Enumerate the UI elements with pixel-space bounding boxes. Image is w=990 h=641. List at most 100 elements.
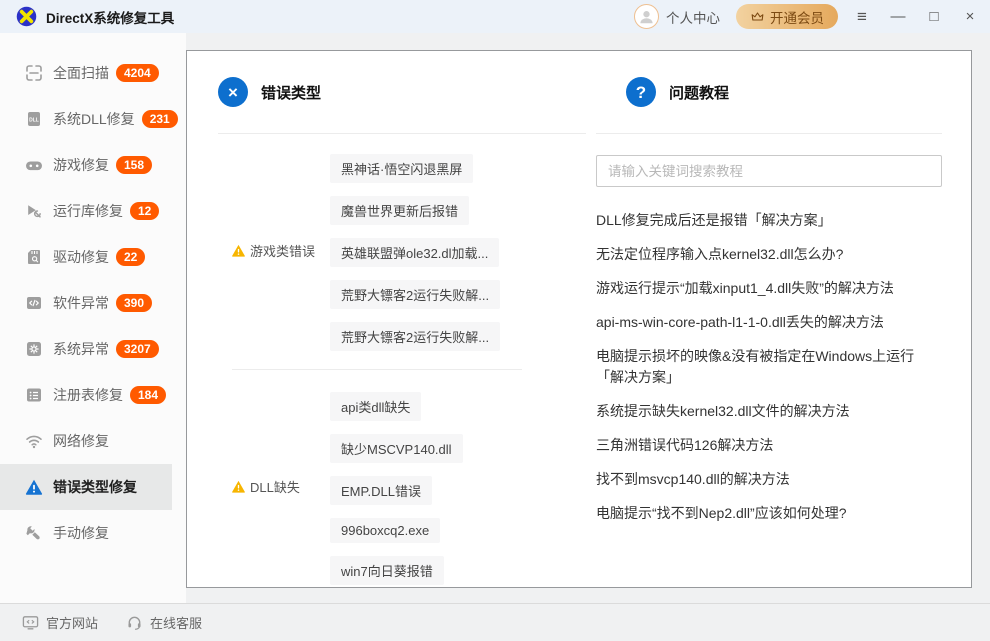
- tutorial-link[interactable]: 系统提示缺失kernel32.dll文件的解决方法: [596, 401, 942, 422]
- tutorial-search-input[interactable]: [596, 155, 942, 187]
- svg-text:DLL: DLL: [29, 117, 39, 123]
- system-icon: [25, 340, 43, 358]
- error-section: 游戏类错误 黑神话·悟空闪退黑屏魔兽世界更新后报错英雄联盟弹ole32.dl加载…: [218, 134, 586, 367]
- count-badge: 4204: [116, 64, 159, 82]
- sidebar-item-label: 网络修复: [53, 431, 109, 451]
- close-button[interactable]: ×: [962, 9, 978, 24]
- sidebar-item-label: 系统异常: [53, 339, 109, 359]
- error-section-label-col: 游戏类错误: [218, 134, 330, 367]
- error-item-button[interactable]: 缺少MSCVP140.dll: [330, 434, 463, 463]
- sidebar-item-registry[interactable]: 注册表修复 184: [0, 372, 172, 418]
- count-badge: 3207: [116, 340, 159, 358]
- online-service-link[interactable]: 在线客服: [126, 613, 202, 632]
- sidebar-item-label: 手动修复: [53, 523, 109, 543]
- sidebar-item-runtime[interactable]: 运行库修复 12: [0, 188, 172, 234]
- sidebar-item-software[interactable]: 软件异常 390: [0, 280, 172, 326]
- sidebar-item-error-type[interactable]: 错误类型修复: [0, 464, 172, 510]
- count-badge: 184: [130, 386, 166, 404]
- sidebar: 全面扫描 4204 DLL 系统DLL修复 231 游戏修复 158 运行库修复…: [0, 33, 186, 603]
- tutorial-link[interactable]: api-ms-win-core-path-l1-1-0.dll丢失的解决方法: [596, 312, 942, 333]
- error-section-items: 黑神话·悟空闪退黑屏魔兽世界更新后报错英雄联盟弹ole32.dl加载... 荒野大…: [330, 134, 586, 367]
- tutorials-column: ? 问题教程 DLL修复完成后还是报错「解决方案」无法定位程序输入点kernel…: [596, 51, 942, 537]
- footer-bar: 官方网站 在线客服: [0, 603, 990, 641]
- sidebar-item-label: 注册表修复: [53, 385, 123, 405]
- software-icon: [25, 294, 43, 312]
- sidebar-item-manual[interactable]: 手动修复: [0, 510, 172, 556]
- app-window: DirectX系统修复工具 个人中心 开通会员 ≡ — □ × 全面扫描 420…: [0, 0, 990, 641]
- manual-icon: [25, 524, 43, 542]
- dll-icon: DLL: [25, 110, 43, 128]
- minimize-button[interactable]: —: [890, 9, 906, 24]
- error-item-button[interactable]: 996boxcq2.exe: [330, 518, 440, 543]
- open-vip-button[interactable]: 开通会员: [736, 4, 838, 29]
- tutorial-link[interactable]: DLL修复完成后还是报错「解决方案」: [596, 210, 942, 231]
- avatar[interactable]: [634, 4, 659, 29]
- tutorial-link[interactable]: 无法定位程序输入点kernel32.dll怎么办?: [596, 244, 942, 265]
- service-icon: [126, 614, 143, 631]
- sidebar-item-scan[interactable]: 全面扫描 4204: [0, 50, 172, 96]
- count-badge: 12: [130, 202, 159, 220]
- sidebar-item-label: 全面扫描: [53, 63, 109, 83]
- error-types-column: × 错误类型 游戏类错误 黑神话·悟空闪退黑屏魔兽世界更新后报错英雄联盟弹ole…: [218, 51, 586, 588]
- maximize-button[interactable]: □: [926, 9, 942, 24]
- sidebar-item-label: 软件异常: [53, 293, 109, 313]
- tutorial-link[interactable]: 找不到msvcp140.dll的解决方法: [596, 469, 942, 490]
- error-types-title: 错误类型: [261, 82, 321, 103]
- sidebar-item-label: 运行库修复: [53, 201, 123, 221]
- section-divider: [232, 369, 522, 370]
- titlebar: DirectX系统修复工具 个人中心 开通会员 ≡ — □ ×: [0, 0, 990, 33]
- error-item-button[interactable]: 荒野大镖客2运行失败解...: [330, 322, 500, 351]
- official-website-link[interactable]: 官方网站: [22, 613, 98, 632]
- tutorial-link[interactable]: 电脑提示损坏的映像&没有被指定在Windows上运行「解决方案」: [596, 346, 942, 388]
- app-title: DirectX系统修复工具: [46, 7, 174, 27]
- error-item-button[interactable]: api类dll缺失: [330, 392, 421, 421]
- scan-icon: [25, 64, 43, 82]
- crown-icon: [750, 9, 765, 24]
- tutorial-link[interactable]: 电脑提示“找不到Nep2.dll”应该如何处理?: [596, 503, 942, 524]
- sidebar-item-system[interactable]: 系统异常 3207: [0, 326, 172, 372]
- error-section-label: 游戏类错误: [250, 241, 315, 260]
- gamepad-icon: [25, 156, 43, 174]
- count-badge: 158: [116, 156, 152, 174]
- error-section-label-col: DLL缺失: [218, 372, 330, 588]
- open-vip-label: 开通会员: [770, 7, 824, 27]
- sidebar-item-gamepad[interactable]: 游戏修复 158: [0, 142, 172, 188]
- count-badge: 22: [116, 248, 145, 266]
- runtime-icon: [25, 202, 43, 220]
- error-item-button[interactable]: EMP.DLL错误: [330, 476, 432, 505]
- user-center-link[interactable]: 个人中心: [666, 7, 720, 27]
- sidebar-item-label: 驱动修复: [53, 247, 109, 267]
- app-logo-icon: [16, 6, 37, 27]
- error-circle-icon: ×: [218, 77, 248, 107]
- error-item-button[interactable]: 魔兽世界更新后报错: [330, 196, 469, 225]
- error-section: DLL缺失 api类dll缺失缺少MSCVP140.dll EMP.DLL错误 99…: [218, 372, 586, 588]
- error-item-button[interactable]: 英雄联盟弹ole32.dl加载...: [330, 238, 499, 267]
- error-item-button[interactable]: 荒野大镖客2运行失败解...: [330, 280, 500, 309]
- registry-icon: [25, 386, 43, 404]
- header-divider: [596, 133, 942, 134]
- error-type-icon: [25, 478, 43, 496]
- error-item-button[interactable]: 黑神话·悟空闪退黑屏: [330, 154, 473, 183]
- sidebar-item-driver[interactable]: 驱动修复 22: [0, 234, 172, 280]
- tutorial-link[interactable]: 游戏运行提示“加载xinput1_4.dll失败”的解决方法: [596, 278, 942, 299]
- driver-icon: [25, 248, 43, 266]
- sidebar-item-label: 系统DLL修复: [53, 109, 135, 129]
- error-section-items: api类dll缺失缺少MSCVP140.dll EMP.DLL错误 996boxcq…: [330, 372, 586, 588]
- error-section-label: DLL缺失: [250, 477, 300, 496]
- main-panel: × 错误类型 游戏类错误 黑神话·悟空闪退黑屏魔兽世界更新后报错英雄联盟弹ole…: [186, 50, 972, 588]
- tutorial-link[interactable]: 三角洲错误代码126解决方法: [596, 435, 942, 456]
- sidebar-item-label: 错误类型修复: [53, 477, 137, 497]
- sidebar-item-dll[interactable]: DLL 系统DLL修复 231: [0, 96, 172, 142]
- tutorials-title: 问题教程: [669, 82, 729, 103]
- error-item-button[interactable]: win7向日葵报错: [330, 556, 444, 585]
- network-icon: [25, 432, 43, 450]
- menu-icon[interactable]: ≡: [854, 8, 870, 25]
- website-icon: [22, 614, 39, 631]
- sidebar-item-network[interactable]: 网络修复: [0, 418, 172, 464]
- warning-icon: [231, 243, 246, 258]
- count-badge: 390: [116, 294, 152, 312]
- sidebar-item-label: 游戏修复: [53, 155, 109, 175]
- online-service-label: 在线客服: [150, 613, 202, 632]
- question-circle-icon: ?: [626, 77, 656, 107]
- tutorials-header: ? 问题教程: [596, 51, 942, 133]
